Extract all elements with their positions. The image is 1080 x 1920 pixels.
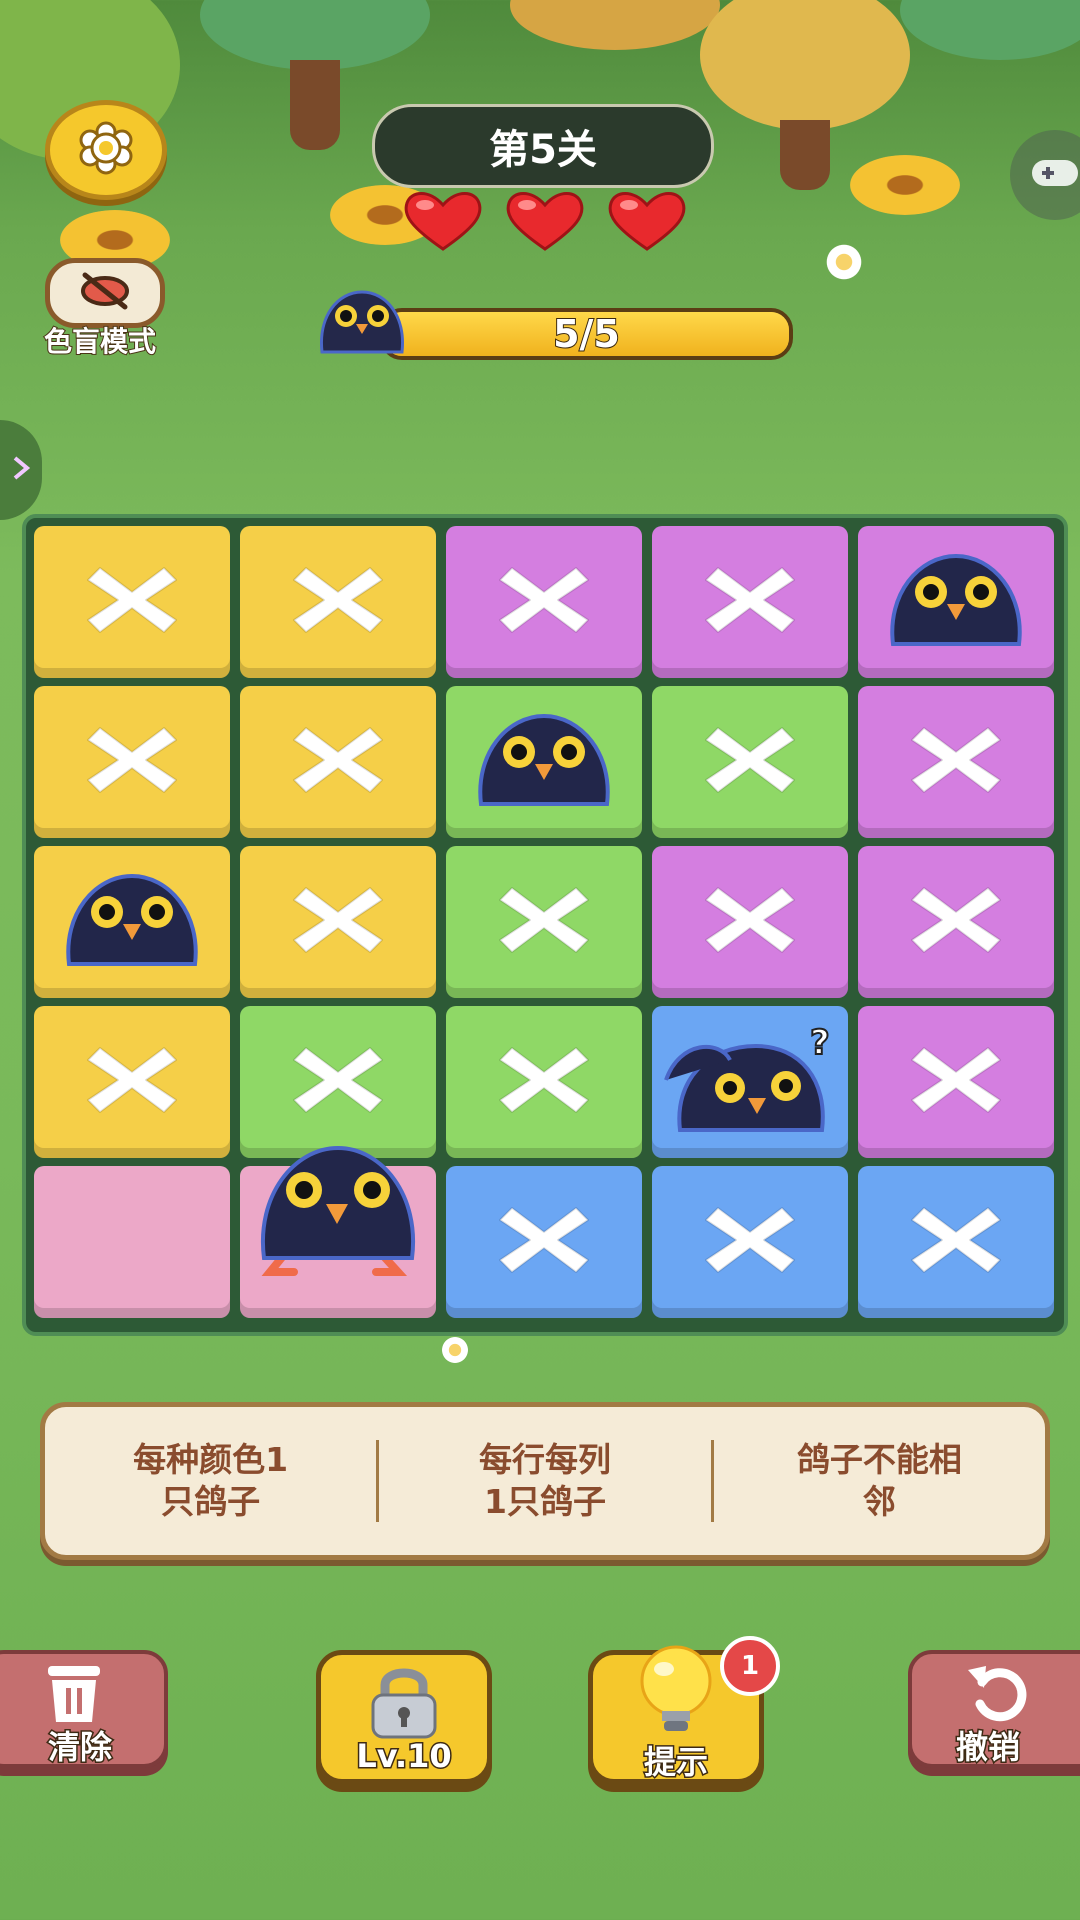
gamepad-button[interactable]	[1010, 130, 1080, 220]
svg-text:?: ?	[810, 1023, 830, 1063]
rule-one-per-color: 每种颜色1 只鸽子	[45, 1439, 376, 1523]
trash-icon	[36, 1662, 112, 1730]
cross-mark-icon	[80, 558, 184, 646]
side-panel-toggle[interactable]	[0, 420, 42, 520]
rule-text: 1只鸽子	[484, 1482, 606, 1521]
cross-mark-icon	[492, 1038, 596, 1126]
pigeon-progress-bar: 5/5	[380, 308, 793, 360]
colorblind-label: 色盲模式	[43, 324, 157, 359]
grid-cell-r4-c5[interactable]	[858, 1006, 1054, 1158]
cross-mark-icon	[904, 1038, 1008, 1126]
lives-hearts	[400, 188, 690, 258]
pigeon-icon	[883, 550, 1029, 654]
cross-mark-icon	[80, 1038, 184, 1126]
clear-label: 清除	[46, 1727, 113, 1768]
grid-cell-r3-c1[interactable]	[34, 846, 230, 998]
grid-cell-r2-c1[interactable]	[34, 686, 230, 838]
grid-cell-r3-c2[interactable]	[240, 846, 436, 998]
settings-button[interactable]	[45, 100, 167, 200]
grid-cell-r2-c4[interactable]	[652, 686, 848, 838]
hint-count-badge: 1	[720, 1636, 780, 1696]
rule-text: 鸽子不能相	[796, 1440, 962, 1479]
grid-cell-r5-c4[interactable]	[652, 1166, 848, 1318]
grid-cell-r5-c5[interactable]	[858, 1166, 1054, 1318]
cross-mark-icon	[698, 718, 802, 806]
grid-cell-r2-c5[interactable]	[858, 686, 1054, 838]
gamepad-icon	[1030, 156, 1080, 194]
cross-mark-icon	[904, 878, 1008, 966]
grid-cell-r4-c3[interactable]	[446, 1006, 642, 1158]
undo-button[interactable]: 撤销	[908, 1650, 1080, 1768]
grid-cell-r2-c3[interactable]	[446, 686, 642, 838]
hint-label: 提示	[642, 1742, 709, 1783]
cross-mark-icon	[492, 558, 596, 646]
cross-mark-icon	[492, 878, 596, 966]
grid-cell-r3-c4[interactable]	[652, 846, 848, 998]
grid-cell-r5-c3[interactable]	[446, 1166, 642, 1318]
cross-mark-icon	[286, 718, 390, 806]
lock-icon	[359, 1663, 449, 1743]
cross-mark-icon	[80, 718, 184, 806]
pigeon-icon	[59, 870, 205, 974]
cross-mark-icon	[286, 878, 390, 966]
grid-cell-r1-c3[interactable]	[446, 526, 642, 678]
eye-slash-icon	[75, 271, 135, 315]
grid-cell-r5-c2[interactable]	[240, 1145, 436, 1318]
puzzle-board: ?	[22, 514, 1068, 1336]
grid-cell-r1-c1[interactable]	[34, 526, 230, 678]
heart-icon	[604, 188, 690, 254]
rule-one-per-row-col: 每行每列 1只鸽子	[379, 1439, 710, 1523]
chevron-right-icon	[11, 455, 31, 485]
lightbulb-icon	[631, 1641, 721, 1745]
cross-mark-icon	[904, 718, 1008, 806]
grid-cell-r4-c1[interactable]	[34, 1006, 230, 1158]
cross-mark-icon	[698, 878, 802, 966]
level-title: 第5关	[372, 104, 714, 188]
rules-panel: 每种颜色1 只鸽子 每行每列 1只鸽子 鸽子不能相 邻	[40, 1402, 1050, 1560]
grid-cell-r4-c2[interactable]	[240, 1006, 436, 1158]
locked-item-button[interactable]: Lv.10	[316, 1650, 492, 1784]
heart-icon	[502, 188, 588, 254]
rule-text: 邻	[862, 1482, 896, 1521]
rule-text: 每行每列	[478, 1440, 611, 1479]
rule-text: 只鸽子	[161, 1482, 261, 1521]
undo-icon	[962, 1660, 1038, 1728]
grid-cell-r4-c4[interactable]: ?	[652, 1006, 848, 1158]
colorblind-toggle[interactable]	[45, 258, 165, 328]
pigeon-icon	[471, 710, 617, 814]
clear-button[interactable]: 清除	[0, 1650, 168, 1768]
grid-cell-r1-c4[interactable]	[652, 526, 848, 678]
grid-cell-r1-c5[interactable]	[858, 526, 1054, 678]
progress-pigeon-icon	[314, 286, 410, 362]
confused-pigeon-icon: ?	[660, 1020, 840, 1144]
cross-mark-icon	[698, 1198, 802, 1286]
grid-cell-r3-c3[interactable]	[446, 846, 642, 998]
undo-label: 撤销	[954, 1727, 1021, 1768]
progress-text: 5/5	[552, 312, 621, 356]
gear-icon	[78, 120, 134, 180]
cross-mark-icon	[492, 1198, 596, 1286]
grid-cell-r5-c1[interactable]	[34, 1166, 230, 1318]
lock-level-label: Lv.10	[355, 1736, 453, 1777]
grid-cell-r1-c2[interactable]	[240, 526, 436, 678]
standing-pigeon-icon	[248, 1140, 428, 1304]
rule-text: 每种颜色1	[133, 1440, 289, 1479]
grid-cell-r2-c2[interactable]	[240, 686, 436, 838]
cross-mark-icon	[904, 1198, 1008, 1286]
cross-mark-icon	[698, 558, 802, 646]
rule-no-adjacent: 鸽子不能相 邻	[714, 1439, 1045, 1523]
cross-mark-icon	[286, 1038, 390, 1126]
heart-icon	[400, 188, 486, 254]
cross-mark-icon	[286, 558, 390, 646]
grid-cell-r3-c5[interactable]	[858, 846, 1054, 998]
